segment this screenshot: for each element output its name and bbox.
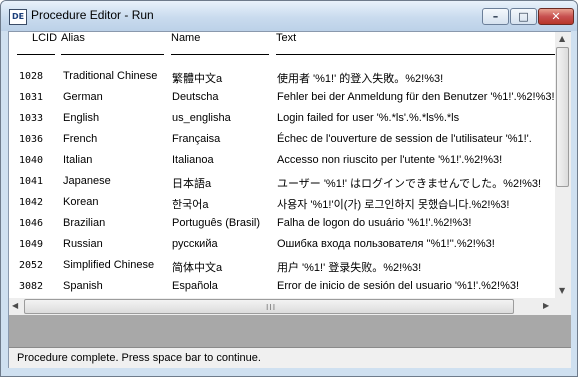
table-row[interactable]: 1046 Brazilian Português (Brasil) Falha … <box>9 213 555 234</box>
text-cell: 사용자 '%1!'이(가) 로그인하지 못했습니다.%2!%3! <box>277 199 510 211</box>
vertical-scroll-thumb[interactable] <box>556 47 569 187</box>
text-cell: 使用者 '%1!' 的登入失敗。%2!%3! <box>277 73 444 85</box>
column-header-name: Name <box>171 32 201 44</box>
maximize-icon: □ <box>518 10 529 23</box>
empty-output-area <box>9 315 571 347</box>
text-cell: Fehler bei der Anmeldung für den Benutze… <box>277 91 555 103</box>
text-cell: ユーザー '%1!' はログインできませんでした。%2!%3! <box>277 178 542 190</box>
name-cell: Françaisa <box>172 133 221 145</box>
name-cell: 한국어a <box>172 199 209 211</box>
lcid-cell: 1040 <box>19 155 44 166</box>
alias-cell: English <box>63 112 100 124</box>
alias-cell: Italian <box>63 154 93 166</box>
header-underline <box>276 54 555 55</box>
table-row[interactable]: 2052 Simplified Chinese 简体中文a 用户 '%1!' 登… <box>9 255 555 276</box>
table-row[interactable]: 1042 Korean 한국어a 사용자 '%1!'이(가) 로그인하지 못했습… <box>9 192 555 213</box>
header-underline <box>17 54 55 55</box>
name-cell: 简体中文a <box>172 262 223 274</box>
alias-cell: Simplified Chinese <box>63 259 155 271</box>
scroll-left-icon[interactable]: ◀ <box>12 301 18 310</box>
table-row[interactable]: 1033 English us_englisha Login failed fo… <box>9 108 555 129</box>
name-cell: Españolа <box>172 280 218 292</box>
column-header-text: Text <box>276 32 297 44</box>
lcid-cell: 1031 <box>19 92 44 103</box>
table-row[interactable]: 1036 French Françaisa Échec de l'ouvertu… <box>9 129 555 150</box>
vertical-scrollbar[interactable]: ▲ ▼ <box>555 32 571 298</box>
name-cell: Português (Brasil) <box>172 217 261 229</box>
close-button[interactable]: ✕ <box>538 8 574 25</box>
alias-cell: French <box>63 133 98 145</box>
name-cell: 日本語a <box>172 178 212 190</box>
text-cell: Error de inicio de sesión del usuario '%… <box>277 280 520 292</box>
table-row[interactable]: 1040 Italian Italianoa Accesso non riusc… <box>9 150 555 171</box>
status-bar: Procedure complete. Press space bar to c… <box>9 347 571 368</box>
table-row[interactable]: 1028 Traditional Chinese 繁體中文a 使用者 '%1!'… <box>9 66 555 87</box>
results-grid[interactable]: LCID Alias Name Text 1028 Traditional Ch… <box>9 32 555 298</box>
lcid-cell: 1046 <box>19 218 44 229</box>
maximize-button[interactable]: □ <box>510 8 537 25</box>
text-cell: 用户 '%1!' 登录失败。%2!%3! <box>277 262 422 274</box>
column-header-lcid: LCID <box>32 32 58 44</box>
text-cell: Échec de l'ouverture de session de l'uti… <box>277 133 532 145</box>
alias-cell: Korean <box>63 196 99 208</box>
name-cell: Italianoa <box>172 154 214 166</box>
horizontal-scroll-thumb[interactable]: III <box>24 299 514 314</box>
name-cell: русскийa <box>172 238 218 250</box>
window-frame-bottom <box>1 368 577 376</box>
status-text: Procedure complete. Press space bar to c… <box>17 352 261 364</box>
alias-cell: Brazilian <box>63 217 106 229</box>
table-row[interactable]: 1049 Russian русскийa Ошибка входа польз… <box>9 234 555 255</box>
scroll-up-icon[interactable]: ▲ <box>559 34 565 43</box>
scroll-right-icon[interactable]: ▶ <box>543 301 549 310</box>
table-row[interactable]: 1031 German Deutscha Fehler bei der Anme… <box>9 87 555 108</box>
lcid-cell: 1033 <box>19 113 44 124</box>
lcid-cell: 1049 <box>19 239 44 250</box>
header-underline <box>171 54 269 55</box>
alias-cell: Japanese <box>63 175 111 187</box>
alias-cell: Spanish <box>63 280 103 292</box>
close-icon: ✕ <box>551 10 561 23</box>
alias-cell: Traditional Chinese <box>63 70 158 82</box>
minimize-button[interactable]: – <box>482 8 509 25</box>
lcid-cell: 1041 <box>19 176 44 187</box>
name-cell: us_englisha <box>172 112 231 124</box>
alias-cell: German <box>63 91 103 103</box>
table-row[interactable]: 3082 Spanish Españolа Error de inicio de… <box>9 276 555 297</box>
table-row[interactable]: 1041 Japanese 日本語a ユーザー '%1!' はログインできません… <box>9 171 555 192</box>
lcid-cell: 2052 <box>19 260 44 271</box>
grip-icon: III <box>266 303 277 312</box>
header-underline <box>61 54 164 55</box>
results-pane: LCID Alias Name Text 1028 Traditional Ch… <box>8 31 571 368</box>
name-cell: Deutscha <box>172 91 219 103</box>
horizontal-scrollbar[interactable]: ◀ III ▶ <box>9 298 555 315</box>
scrollbar-corner <box>555 298 571 315</box>
text-cell: Login failed for user '%.*ls'.%.*ls%.*ls <box>277 112 460 124</box>
column-header-alias: Alias <box>61 32 85 44</box>
minimize-icon: – <box>492 10 499 23</box>
lcid-cell: 3082 <box>19 281 44 292</box>
procedure-editor-window: DE Procedure Editor - Run – □ ✕ LCID Ali… <box>0 0 578 377</box>
lcid-cell: 1042 <box>19 197 44 208</box>
lcid-cell: 1036 <box>19 134 44 145</box>
lcid-cell: 1028 <box>19 71 44 82</box>
alias-cell: Russian <box>63 238 103 250</box>
name-cell: 繁體中文a <box>172 73 223 85</box>
text-cell: Falha de logon do usuário '%1!'.%2!%3! <box>277 217 472 229</box>
text-cell: Accesso non riuscito per l'utente '%1!'.… <box>277 154 503 166</box>
app-icon: DE <box>9 9 27 25</box>
text-cell: Ошибка входа пользователя ''%1!''.%2!%3! <box>277 238 495 250</box>
scroll-down-icon[interactable]: ▼ <box>559 286 565 295</box>
window-title: Procedure Editor - Run <box>31 8 154 22</box>
title-bar[interactable]: DE Procedure Editor - Run – □ ✕ <box>1 1 577 31</box>
